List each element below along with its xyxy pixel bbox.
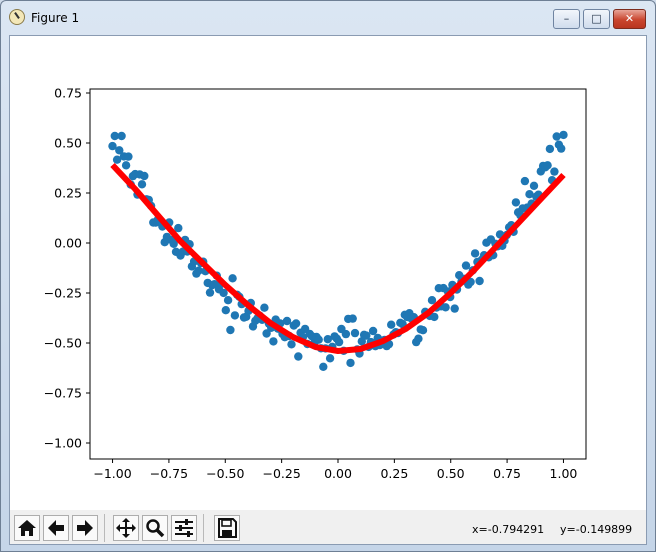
figure-window: Figure 1 – □ ✕ −1.00 −0.75 −0.50 −0.25 0.00 0… bbox=[0, 0, 656, 552]
scatter-point bbox=[511, 198, 521, 207]
save-button[interactable] bbox=[214, 515, 240, 541]
scatter-point bbox=[559, 130, 568, 140]
y-tick-label: 0.25 bbox=[54, 186, 82, 201]
scatter-point bbox=[450, 304, 459, 313]
scatter-point bbox=[441, 303, 450, 312]
scatter-point bbox=[124, 152, 133, 161]
scatter-point bbox=[368, 326, 378, 336]
scatter-point bbox=[325, 354, 335, 363]
sliders-icon bbox=[175, 519, 193, 537]
scatter-point bbox=[557, 144, 566, 153]
scatter-point bbox=[334, 337, 344, 347]
home-button[interactable] bbox=[14, 515, 40, 541]
scatter-point bbox=[341, 329, 351, 339]
scatter-point bbox=[543, 161, 552, 170]
scatter-point bbox=[140, 171, 149, 181]
scatter-point bbox=[346, 358, 355, 368]
arrow-right-icon bbox=[77, 520, 93, 536]
x-tick-label: 0.75 bbox=[493, 466, 521, 481]
x-tick-label: −1.00 bbox=[93, 466, 131, 481]
x-tick-label: −0.25 bbox=[262, 466, 300, 481]
toolbar-separator bbox=[104, 514, 105, 542]
scatter-point bbox=[137, 180, 147, 189]
scatter-point bbox=[520, 176, 530, 186]
axes-frame bbox=[89, 88, 587, 460]
x-axis-ticks: −1.00 −0.75 −0.50 −0.25 0.00 0.25 0.50 0.75 1.00 bbox=[93, 459, 577, 481]
scatter-point bbox=[223, 296, 233, 305]
x-tick-label: −0.50 bbox=[206, 466, 244, 481]
scatter-point bbox=[545, 144, 555, 154]
scatter-point bbox=[319, 362, 328, 371]
scatter-point bbox=[221, 306, 230, 315]
zoom-button[interactable] bbox=[142, 515, 168, 541]
plot-canvas[interactable]: −1.00 −0.75 −0.50 −0.25 0.00 0.25 0.50 0.75 1.00… bbox=[10, 36, 646, 510]
window-title: Figure 1 bbox=[31, 11, 80, 25]
scatter-point bbox=[121, 161, 131, 170]
x-tick-label: 0.25 bbox=[380, 466, 408, 481]
scatter-point bbox=[287, 340, 296, 349]
scatter-point bbox=[260, 303, 269, 312]
scatter-point bbox=[294, 352, 303, 361]
navigation-toolbar: x=-0.794291 y=-0.149899 bbox=[10, 510, 646, 544]
scatter-point bbox=[475, 276, 484, 286]
toolbar-separator bbox=[203, 514, 204, 542]
scatter-point bbox=[348, 314, 357, 323]
figure-canvas-area: −1.00 −0.75 −0.50 −0.25 0.00 0.25 0.50 0.75 1.00… bbox=[9, 35, 647, 545]
y-tick-label: −0.50 bbox=[44, 336, 82, 351]
scatter-point bbox=[228, 274, 237, 283]
x-tick-label: 0.50 bbox=[437, 466, 465, 481]
cursor-x-readout: x=-0.794291 bbox=[472, 523, 545, 536]
x-tick-label: 0.00 bbox=[324, 466, 352, 481]
y-tick-label: 0.75 bbox=[54, 86, 82, 101]
scatter-point bbox=[387, 320, 396, 329]
x-tick-label: 1.00 bbox=[550, 466, 578, 481]
scatter-point bbox=[117, 131, 126, 141]
zoom-icon bbox=[146, 519, 165, 538]
home-icon bbox=[18, 520, 36, 536]
scatter-point bbox=[529, 181, 539, 190]
x-tick-label: −0.75 bbox=[150, 466, 188, 481]
scatter-point bbox=[205, 288, 215, 297]
y-axis-ticks: 0.75 0.50 0.25 0.00 −0.25 −0.50 −0.75 −1.00 bbox=[44, 86, 90, 451]
forward-button[interactable] bbox=[72, 515, 98, 541]
scatter-point bbox=[414, 334, 423, 343]
move-icon bbox=[116, 518, 136, 538]
title-bar[interactable]: Figure 1 – □ ✕ bbox=[1, 1, 655, 35]
configure-subplots-button[interactable] bbox=[171, 515, 197, 541]
scatter-point bbox=[461, 261, 471, 270]
minimize-button[interactable]: – bbox=[553, 9, 580, 29]
y-tick-label: −0.25 bbox=[44, 286, 82, 301]
y-tick-label: 0.50 bbox=[54, 136, 82, 151]
matplotlib-icon bbox=[9, 9, 25, 25]
scatter-point bbox=[418, 326, 428, 335]
y-tick-label: 0.00 bbox=[54, 236, 82, 251]
floppy-icon bbox=[218, 518, 237, 538]
scatter-point bbox=[226, 325, 235, 335]
scatter-point bbox=[291, 319, 301, 328]
scatter-point bbox=[269, 337, 278, 346]
close-button[interactable]: ✕ bbox=[613, 9, 646, 29]
back-button[interactable] bbox=[43, 515, 69, 541]
y-tick-label: −0.75 bbox=[44, 386, 82, 401]
scatter-point bbox=[314, 335, 323, 344]
scatter-point bbox=[470, 249, 480, 258]
arrow-left-icon bbox=[48, 520, 64, 536]
pan-button[interactable] bbox=[113, 515, 139, 541]
scatter-point bbox=[230, 311, 240, 320]
maximize-button[interactable]: □ bbox=[583, 9, 610, 29]
scatter-point bbox=[350, 328, 360, 338]
scatter-point bbox=[550, 167, 559, 176]
scatter-series bbox=[108, 130, 568, 371]
cursor-y-readout: y=-0.149899 bbox=[560, 523, 633, 536]
y-tick-label: −1.00 bbox=[44, 436, 82, 451]
